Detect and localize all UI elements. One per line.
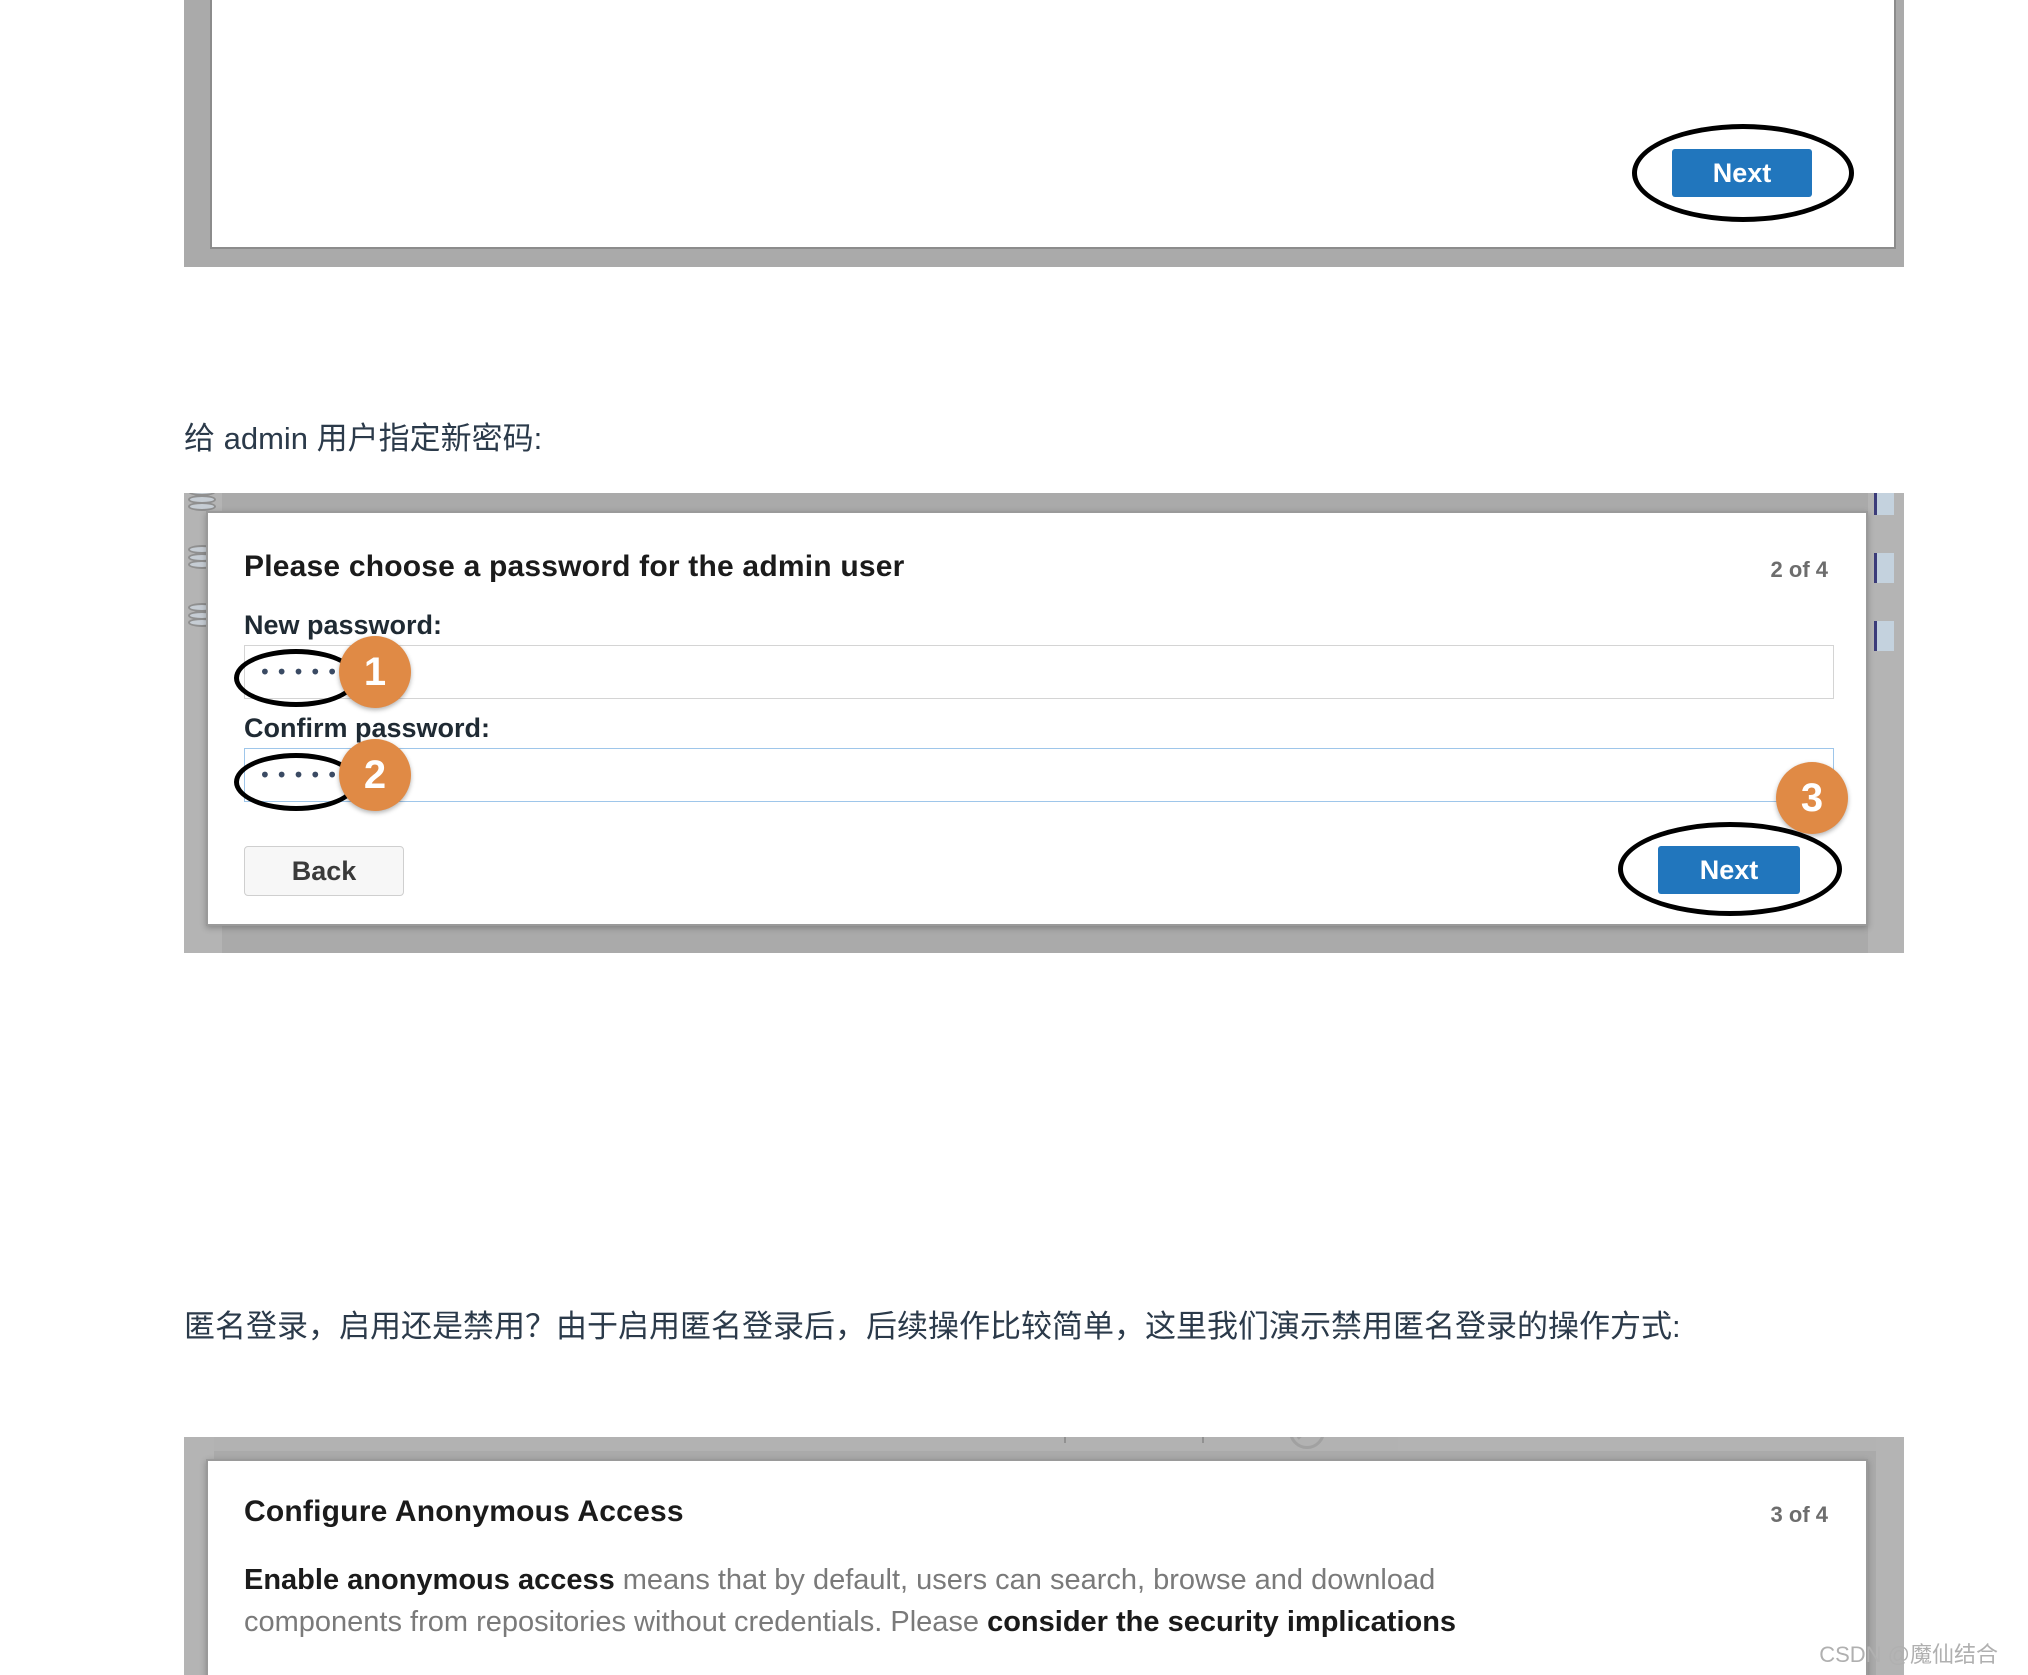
annotation-badge-1: 1: [339, 636, 411, 708]
screenshot-step2-frame-body: nuget-group group nuget Online copy Plea…: [184, 493, 1904, 953]
next-button-step2[interactable]: Next: [1658, 846, 1800, 894]
background-tick: [1874, 621, 1894, 651]
dialog-body-strong-1: Enable anonymous access: [244, 1564, 615, 1596]
bg-disabled-icon: [1289, 1437, 1325, 1449]
bg-col-type: group: [526, 1437, 611, 1439]
bg-col-repo-name: nuget-group: [236, 1437, 413, 1439]
background-tick: [1874, 553, 1894, 583]
csdn-watermark: CSDN @魔仙结合: [1819, 1642, 1998, 1667]
annotation-badge-2: 2: [339, 739, 411, 811]
bg-col-status: Online: [884, 1437, 977, 1439]
screenshot-step1-canvas: Next: [210, 0, 1896, 249]
dialog-body-text-2: components from repositories without cre…: [244, 1606, 988, 1638]
background-app-row: nuget-group group nuget Online copy: [184, 1437, 1904, 1451]
password-dialog: Please choose a password for the admin u…: [206, 511, 1868, 926]
dialog-body-strong-2: consider the security implications: [987, 1606, 1457, 1638]
screenshot-step1-frame: Next: [184, 0, 1904, 267]
paragraph-anonymous-access-intro: 匿名登录，启用还是禁用？由于启用匿名登录后，后续操作比较简单，这里我们演示禁用匿…: [184, 1309, 1681, 1344]
dialog-title: Configure Anonymous Access: [244, 1495, 684, 1528]
background-right-rail: [1868, 493, 1904, 953]
dialog-body-text-1: means that by default, users can search,…: [614, 1564, 1436, 1596]
paragraph-assign-admin-password: 给 admin 用户指定新密码:: [184, 421, 543, 456]
screenshot-step3-frame: nuget-group group nuget Online copy Conf…: [184, 1437, 1904, 1675]
bg-col-format: nuget: [704, 1437, 786, 1439]
dialog-title: Please choose a password for the admin u…: [244, 550, 905, 583]
confirm-password-input[interactable]: •••••••: [244, 748, 1834, 802]
dialog-body-line-2: components from repositories without cre…: [244, 1601, 1824, 1643]
anonymous-access-dialog: Configure Anonymous Access 3 of 4 Enable…: [206, 1459, 1868, 1675]
back-button[interactable]: Back: [244, 846, 404, 896]
repository-icon: [188, 493, 216, 513]
dialog-step-indicator: 2 of 4: [1770, 557, 1828, 582]
dialog-step-indicator: 3 of 4: [1770, 1502, 1828, 1527]
new-password-label: New password:: [244, 610, 443, 640]
new-password-input[interactable]: •••••••: [244, 645, 1834, 699]
background-tick: [1874, 493, 1894, 515]
annotation-badge-3: 3: [1776, 762, 1848, 834]
dialog-body-line-1: Enable anonymous access means that by de…: [244, 1559, 1824, 1601]
bg-separator-right: [1202, 1437, 1204, 1443]
next-button-step1[interactable]: Next: [1672, 149, 1812, 197]
bg-separator-left: [1064, 1437, 1066, 1443]
